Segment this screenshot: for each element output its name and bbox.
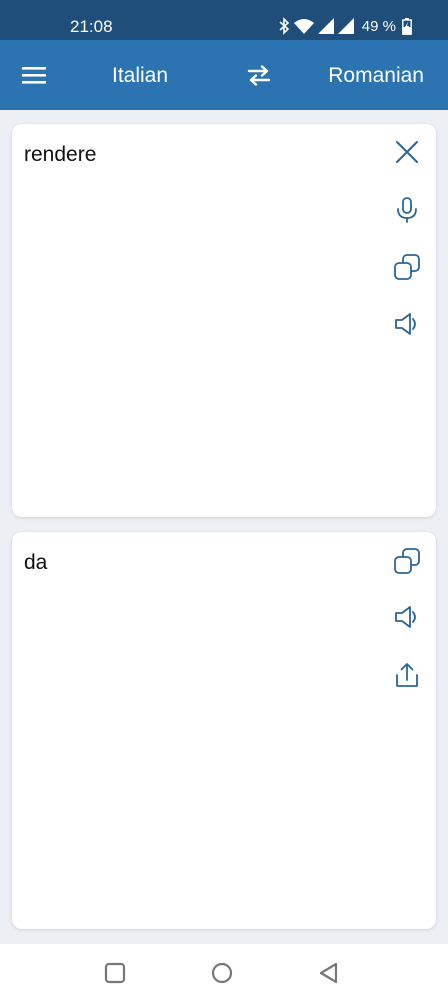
home-button[interactable] — [210, 961, 234, 985]
input-card: rendere — [12, 124, 436, 517]
copy-icon — [394, 548, 420, 574]
circle-icon — [211, 962, 233, 984]
system-navigation-bar — [0, 944, 448, 1000]
app-bar: Italian Romanian — [0, 40, 448, 110]
speaker-icon — [395, 313, 416, 335]
menu-button[interactable] — [20, 62, 48, 88]
swap-languages-button[interactable] — [245, 62, 273, 88]
input-text[interactable]: rendere — [24, 142, 96, 168]
square-icon — [104, 962, 126, 984]
speaker-icon — [395, 606, 416, 628]
recents-button[interactable] — [103, 961, 127, 985]
microphone-button[interactable] — [392, 195, 422, 225]
share-icon — [396, 663, 418, 687]
signal-icon — [317, 18, 334, 34]
wifi-icon — [293, 19, 314, 34]
status-bar: 21:08 49 % — [0, 0, 448, 40]
output-text: da — [24, 551, 48, 574]
target-language-selector[interactable]: Romanian — [328, 64, 424, 88]
hamburger-menu-icon — [22, 67, 46, 84]
output-card: da — [12, 532, 436, 929]
speak-translation-button[interactable] — [392, 602, 422, 632]
share-button[interactable] — [392, 660, 422, 690]
copy-button[interactable] — [392, 252, 422, 282]
battery-percent: 49 % — [361, 17, 396, 35]
clear-button[interactable] — [392, 137, 422, 167]
status-icons: 49 % — [278, 16, 412, 36]
back-button[interactable] — [317, 961, 341, 985]
speak-button[interactable] — [392, 309, 422, 339]
triangle-back-icon — [319, 962, 338, 984]
copy-translation-button[interactable] — [392, 546, 422, 576]
source-language-selector[interactable]: Italian — [112, 64, 168, 88]
copy-icon — [394, 254, 420, 280]
swap-arrows-icon — [247, 65, 271, 86]
signal-icon-2 — [337, 18, 354, 34]
bluetooth-icon — [279, 17, 289, 35]
close-icon — [396, 141, 418, 163]
status-time: 21:08 — [70, 17, 113, 36]
microphone-icon — [397, 197, 417, 223]
battery-charging-icon — [402, 17, 412, 35]
